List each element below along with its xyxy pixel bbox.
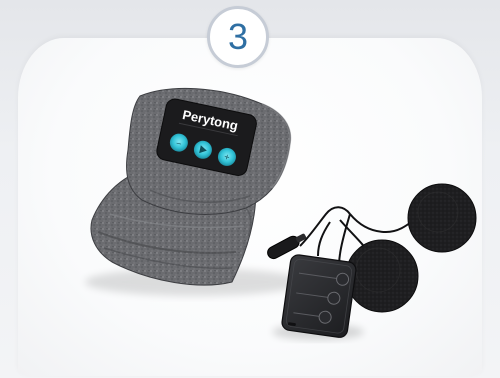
product-illustration: Perytong – + [85, 87, 477, 340]
control-module [281, 254, 357, 338]
product-image-stage: 3 Perytong – + [0, 0, 500, 378]
speaker-left [345, 239, 419, 313]
speaker-right [407, 183, 477, 253]
